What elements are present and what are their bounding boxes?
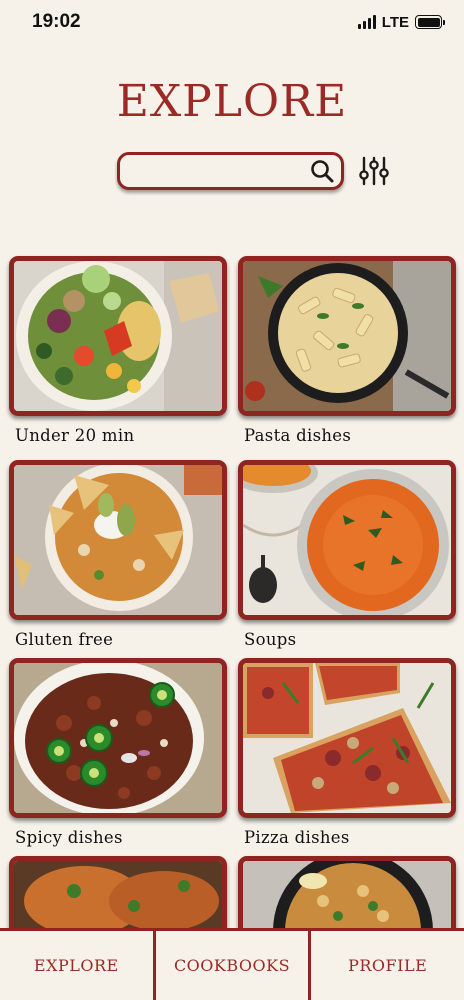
category-image[interactable] [238, 658, 456, 818]
category-label: Soups [244, 630, 297, 649]
nav-cookbooks[interactable]: COOKBOOKS [152, 931, 309, 1000]
category-image[interactable] [9, 460, 227, 620]
page-title: EXPLORE [116, 76, 348, 127]
status-time: 19:02 [32, 11, 81, 32]
category-label: Pizza dishes [244, 828, 350, 847]
bottom-nav: EXPLORE COOKBOOKS PROFILE [0, 928, 464, 1000]
category-label: Pasta dishes [244, 426, 352, 445]
category-image[interactable] [9, 658, 227, 818]
category-label: Under 20 min [15, 426, 135, 445]
category-label: Gluten free [15, 630, 114, 649]
category-card-pizza-dishes[interactable]: Pizza dishes [238, 658, 456, 847]
search-icon[interactable] [309, 158, 335, 184]
category-image[interactable] [9, 256, 227, 416]
status-bar: 19:02 LTE [0, 0, 464, 44]
search-input[interactable] [130, 155, 310, 185]
category-card-soups[interactable]: Soups [238, 460, 456, 649]
status-indicators: LTE [357, 13, 445, 31]
filter-icon[interactable] [358, 155, 390, 187]
category-label: Spicy dishes [15, 828, 123, 847]
category-image[interactable] [238, 460, 456, 620]
category-card-pasta-dishes[interactable]: Pasta dishes [238, 256, 456, 445]
signal-icon [357, 15, 376, 29]
search-row [117, 152, 390, 190]
category-image[interactable] [238, 256, 456, 416]
category-card-gluten-free[interactable]: Gluten free [9, 460, 227, 649]
nav-explore[interactable]: EXPLORE [0, 931, 153, 1000]
search-field[interactable] [117, 152, 344, 190]
category-card-under-20-min[interactable]: Under 20 min [9, 256, 227, 445]
network-label: LTE [381, 13, 409, 31]
nav-profile[interactable]: PROFILE [308, 931, 464, 1000]
battery-icon [415, 15, 445, 29]
category-card-spicy-dishes[interactable]: Spicy dishes [9, 658, 227, 847]
